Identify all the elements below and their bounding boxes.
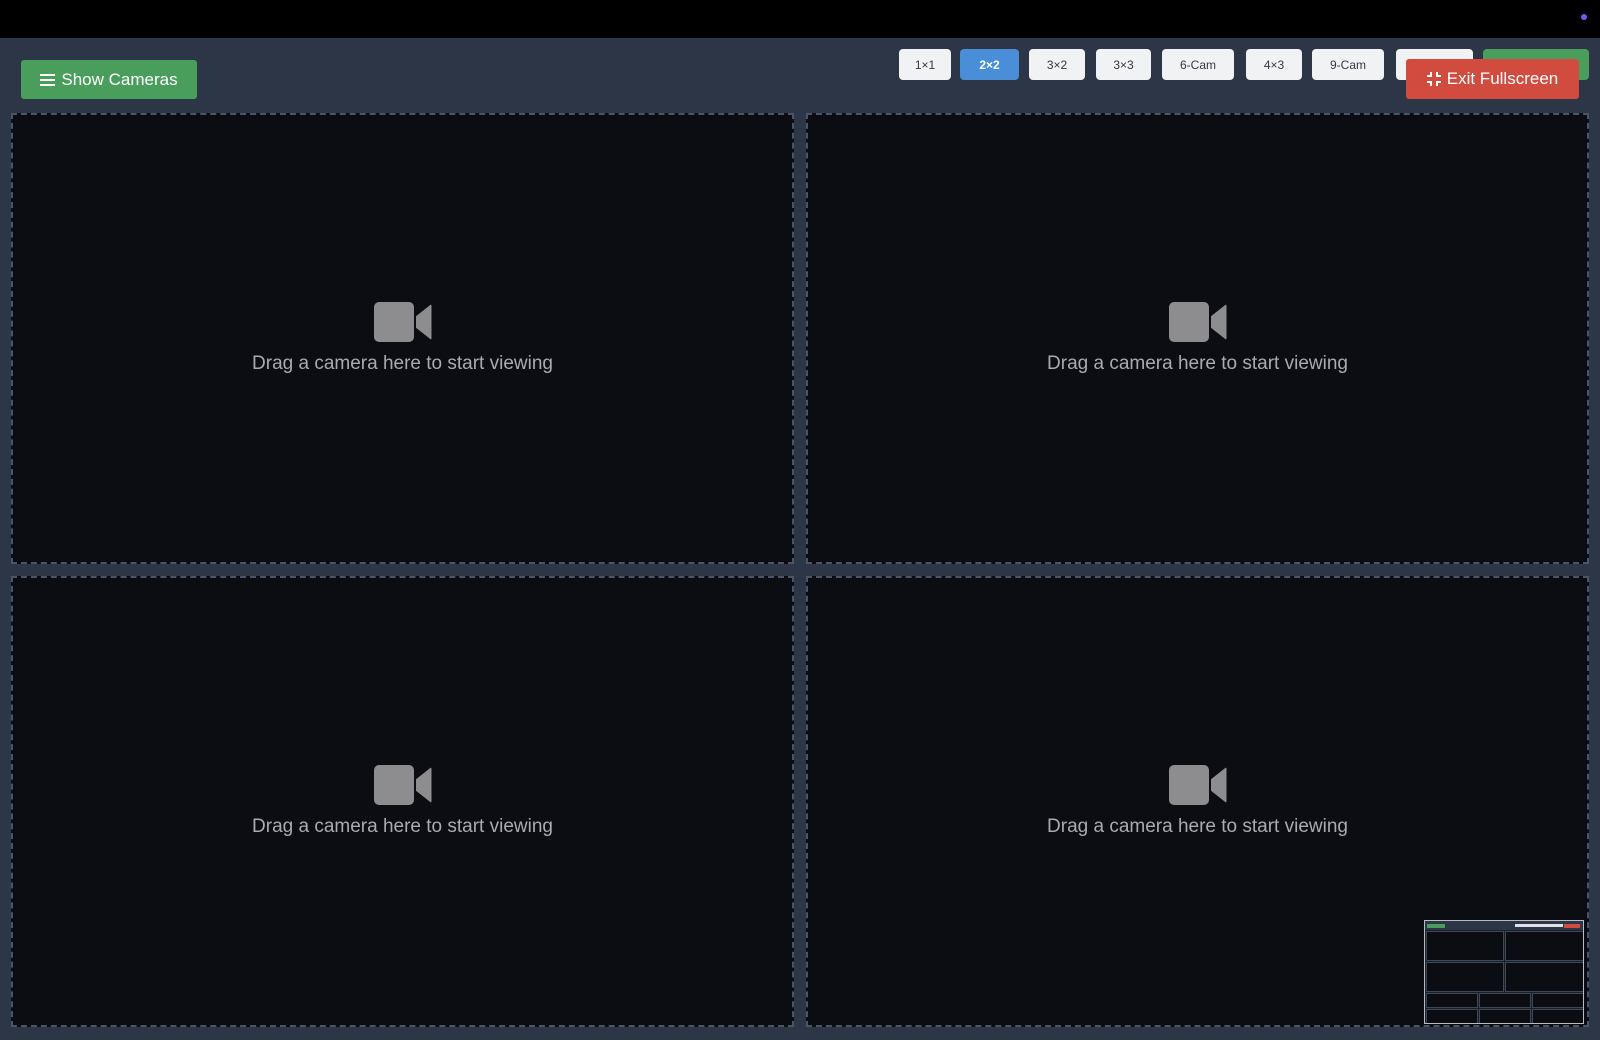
video-camera-icon bbox=[1168, 765, 1227, 805]
compress-icon bbox=[1426, 72, 1441, 86]
thumbnail-cell bbox=[1426, 993, 1478, 1008]
screenshot-thumbnail[interactable] bbox=[1424, 920, 1584, 1024]
thumbnail-cell bbox=[1479, 1009, 1531, 1023]
menu-icon bbox=[40, 73, 56, 86]
exit-fullscreen-button[interactable]: Exit Fullscreen bbox=[1406, 59, 1579, 99]
exit-fullscreen-label: Exit Fullscreen bbox=[1446, 69, 1559, 88]
show-cameras-button[interactable]: Show Cameras bbox=[21, 60, 197, 99]
camera-slot-1[interactable]: Drag a camera here to start viewing bbox=[11, 113, 794, 564]
drop-placeholder-text: Drag a camera here to start viewing bbox=[252, 816, 553, 837]
layout-button-1x1[interactable]: 1×1 bbox=[899, 49, 951, 80]
drop-placeholder-text: Drag a camera here to start viewing bbox=[252, 353, 553, 374]
thumbnail-cell bbox=[1505, 931, 1583, 961]
layout-button-2x2[interactable]: 2×2 bbox=[960, 49, 1019, 80]
layout-button-3x2[interactable]: 3×2 bbox=[1029, 49, 1085, 80]
video-camera-icon bbox=[373, 765, 432, 805]
thumbnail-toolbar bbox=[1425, 921, 1583, 930]
layout-button-9-cam[interactable]: 9-Cam bbox=[1312, 49, 1384, 80]
layout-button-4x3[interactable]: 4×3 bbox=[1246, 49, 1302, 80]
thumbnail-cell bbox=[1532, 993, 1583, 1008]
camera-slot-2[interactable]: Drag a camera here to start viewing bbox=[806, 113, 1589, 564]
camera-slot-3[interactable]: Drag a camera here to start viewing bbox=[11, 576, 794, 1027]
toolbar: Show Cameras 1×1 2×2 3×2 3×3 6-Cam 4×3 9… bbox=[0, 38, 1600, 112]
camera-grid: Drag a camera here to start viewing Drag… bbox=[11, 113, 1590, 1028]
layout-button-6-cam[interactable]: 6-Cam bbox=[1162, 49, 1234, 80]
drop-placeholder-text: Drag a camera here to start viewing bbox=[1047, 816, 1348, 837]
thumbnail-cell bbox=[1505, 962, 1583, 992]
video-camera-icon bbox=[373, 302, 432, 342]
thumbnail-cell bbox=[1479, 993, 1531, 1008]
status-indicator bbox=[1581, 14, 1587, 20]
thumbnail-cell bbox=[1532, 1009, 1583, 1023]
thumbnail-cell bbox=[1426, 931, 1504, 961]
layout-button-3x3[interactable]: 3×3 bbox=[1096, 49, 1151, 80]
thumbnail-cell bbox=[1426, 1009, 1478, 1023]
show-cameras-label: Show Cameras bbox=[61, 69, 178, 89]
thumbnail-cell bbox=[1426, 962, 1504, 992]
drop-placeholder-text: Drag a camera here to start viewing bbox=[1047, 353, 1348, 374]
top-bar bbox=[0, 0, 1600, 38]
video-camera-icon bbox=[1168, 302, 1227, 342]
